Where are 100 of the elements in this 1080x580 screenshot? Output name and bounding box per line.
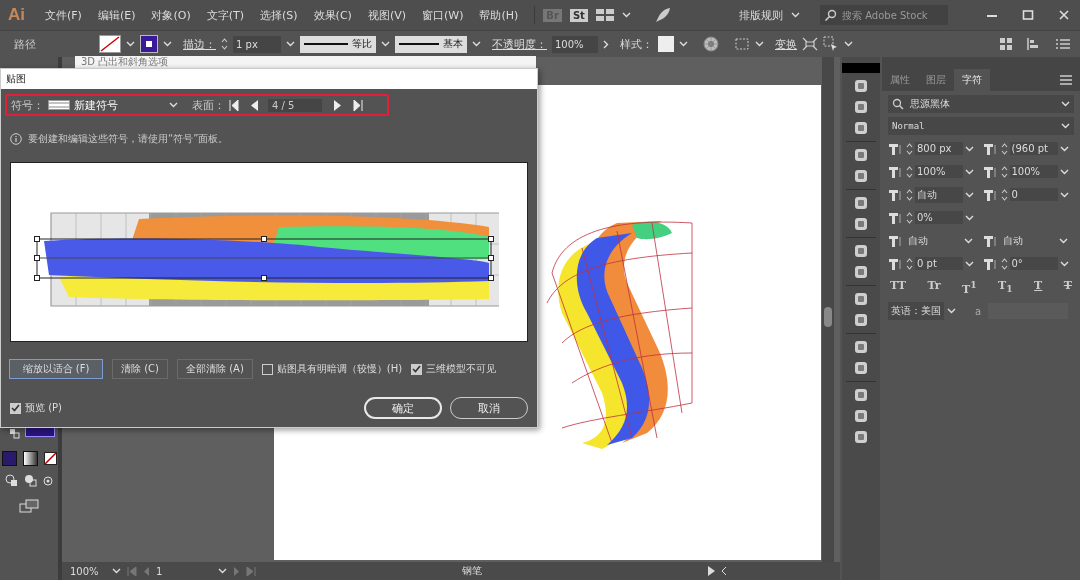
type-style-button[interactable]: T$_{1}$: [998, 279, 1013, 296]
spinner-icon[interactable]: [906, 210, 913, 225]
chevron-right-icon[interactable]: [603, 39, 609, 49]
value-field[interactable]: 800 px: [915, 142, 963, 155]
graphic-style-swatch[interactable]: [658, 36, 674, 52]
checkbox[interactable]: [10, 402, 21, 414]
draw-inside-icon[interactable]: [43, 475, 53, 486]
value-dropdown[interactable]: 自动: [1000, 232, 1057, 249]
gradient-mode-swatch[interactable]: [22, 451, 38, 466]
language-dropdown[interactable]: 英语：美国: [888, 302, 944, 321]
menu-item[interactable]: 选择(S): [260, 7, 298, 23]
chevron-down-icon[interactable]: [791, 12, 800, 18]
symbol-dropdown[interactable]: 新建符号: [48, 97, 178, 113]
value-field[interactable]: 100%: [915, 165, 963, 178]
chevron-down-icon[interactable]: [679, 41, 688, 47]
value-dropdown[interactable]: 自动: [906, 232, 962, 249]
type-style-button[interactable]: T: [1034, 279, 1043, 296]
chevron-down-icon[interactable]: [472, 41, 481, 47]
chevron-down-icon[interactable]: [286, 41, 295, 47]
menu-item[interactable]: 窗口(W): [422, 7, 464, 23]
stroke-link[interactable]: 描边：: [183, 36, 216, 52]
chevron-left-icon[interactable]: [721, 566, 727, 576]
type-style-button[interactable]: T: [1063, 279, 1072, 296]
spinner-icon[interactable]: [221, 37, 228, 51]
play-icon[interactable]: [708, 566, 715, 576]
dialog-button[interactable]: 清除 (C): [112, 359, 168, 379]
panel-tab[interactable]: 字符: [954, 69, 990, 91]
stroke-weight-field[interactable]: 1 px: [233, 35, 281, 53]
none-mode-swatch[interactable]: [43, 452, 57, 465]
panel-tab[interactable]: 图层: [918, 69, 954, 91]
shrink-icon[interactable]: [802, 37, 818, 51]
chevron-down-icon[interactable]: [965, 260, 974, 267]
chevron-down-icon[interactable]: [965, 168, 974, 175]
chevron-down-icon[interactable]: [112, 568, 121, 574]
chevron-down-icon[interactable]: [1058, 237, 1068, 244]
first-surface-icon[interactable]: [229, 99, 239, 111]
close-icon[interactable]: [1058, 9, 1070, 21]
checkbox-option[interactable]: 三维模型不可见: [411, 362, 497, 376]
maximize-icon[interactable]: [1022, 9, 1034, 21]
draw-normal-icon[interactable]: [5, 474, 18, 487]
arrange-documents-icon[interactable]: [595, 9, 614, 21]
surface-field[interactable]: 4 / 5: [268, 98, 322, 112]
value-field[interactable]: 0: [1009, 188, 1058, 201]
type-style-button[interactable]: Tr: [927, 279, 941, 296]
stock-badge[interactable]: St: [569, 8, 588, 22]
chevron-down-icon[interactable]: [964, 237, 973, 244]
panel-menu-icon[interactable]: [1060, 75, 1072, 85]
type-style-button[interactable]: T$^{1}$: [962, 279, 977, 296]
spinner-icon[interactable]: [1000, 141, 1008, 156]
checkbox[interactable]: [261, 363, 273, 375]
brush-definition-dropdown[interactable]: 基本: [395, 35, 467, 53]
list-icon[interactable]: [1056, 38, 1070, 50]
chevron-down-icon[interactable]: [126, 41, 135, 47]
spinner-icon[interactable]: [1000, 256, 1008, 271]
artboard-number-field[interactable]: 1: [156, 565, 212, 577]
dialog-button[interactable]: 缩放以适合 (F): [9, 359, 103, 379]
chevron-down-icon[interactable]: [1061, 123, 1070, 129]
ok-button[interactable]: 确定: [364, 397, 442, 419]
value-field[interactable]: 0 pt: [915, 257, 963, 270]
scrollbar-thumb[interactable]: [824, 307, 832, 327]
panel-tab[interactable]: 属性: [882, 69, 918, 91]
menu-item[interactable]: 帮助(H): [479, 7, 519, 23]
chevron-down-icon[interactable]: [755, 41, 764, 47]
isolate-object-icon[interactable]: [823, 36, 839, 52]
chevron-down-icon[interactable]: [1059, 191, 1069, 198]
dialog-button[interactable]: 全部清除 (A): [176, 359, 253, 379]
variable-width-profile-dropdown[interactable]: 等比: [300, 35, 376, 53]
menu-item[interactable]: 效果(C): [313, 7, 352, 23]
fill-none-swatch[interactable]: [99, 35, 121, 53]
chevron-down-icon[interactable]: [844, 41, 853, 47]
chevron-down-icon[interactable]: [965, 191, 974, 198]
chevron-down-icon[interactable]: [218, 568, 227, 574]
chevron-down-icon[interactable]: [169, 102, 178, 108]
chevron-down-icon[interactable]: [1059, 145, 1069, 152]
chevron-down-icon[interactable]: [965, 145, 974, 152]
swap-colors-icon[interactable]: [10, 429, 20, 439]
checkbox-option[interactable]: 贴图具有明暗调（较慢）(H): [261, 362, 403, 376]
draw-behind-icon[interactable]: [24, 474, 37, 487]
type-style-button[interactable]: TT: [890, 279, 906, 296]
value-field[interactable]: 自动: [915, 186, 963, 203]
chevron-down-icon[interactable]: [1061, 101, 1070, 107]
opacity-field[interactable]: 100%: [552, 35, 598, 53]
spinner-icon[interactable]: [1000, 187, 1008, 202]
chevron-down-icon[interactable]: [965, 214, 974, 221]
menu-item[interactable]: 编辑(E): [97, 7, 136, 23]
previous-surface-icon[interactable]: [251, 99, 258, 111]
value-field[interactable]: 0%: [915, 211, 963, 224]
font-family-dropdown[interactable]: 思源黑体: [888, 95, 1074, 113]
color-mode-swatch[interactable]: [1, 451, 17, 466]
menu-item[interactable]: 文字(T): [206, 7, 245, 23]
font-style-dropdown[interactable]: Normal: [888, 117, 1074, 135]
search-field[interactable]: 搜索 Adobe Stock: [820, 5, 948, 25]
screen-mode-icon[interactable]: [19, 499, 39, 513]
chevron-down-icon[interactable]: [1059, 260, 1069, 267]
value-field[interactable]: 0°: [1009, 257, 1058, 270]
chevron-down-icon[interactable]: [163, 41, 172, 47]
spinner-icon[interactable]: [1000, 164, 1008, 179]
next-surface-icon[interactable]: [334, 99, 341, 111]
value-field[interactable]: 100%: [1009, 165, 1058, 178]
preview-checkbox-option[interactable]: 预览 (P): [10, 401, 62, 415]
